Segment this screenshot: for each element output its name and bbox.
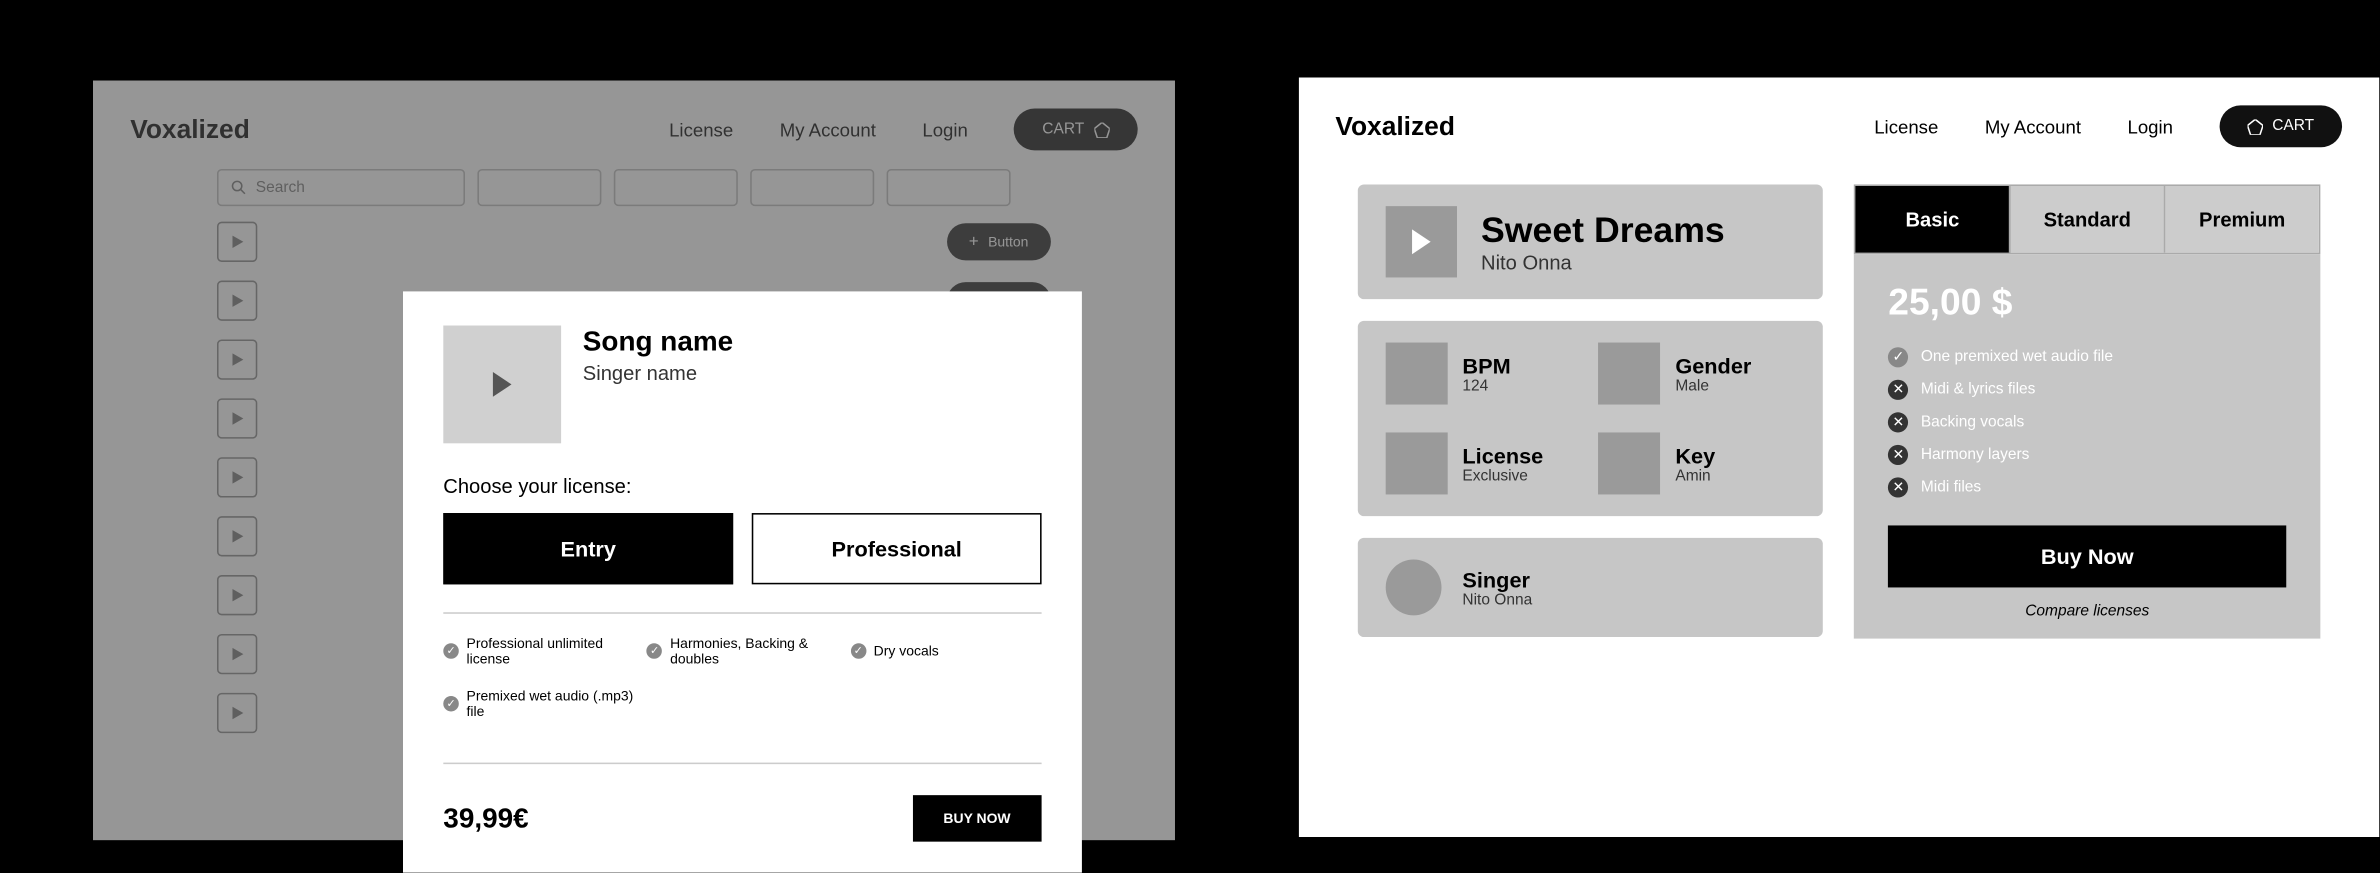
cross-icon: ✕ <box>1888 412 1908 432</box>
meta-gender: GenderMale <box>1598 343 1795 405</box>
singer-label: Singer <box>1462 567 1532 592</box>
cross-icon: ✕ <box>1888 477 1908 497</box>
song-artwork[interactable] <box>443 326 561 444</box>
license-tabs: Basic Standard Premium <box>1854 184 2320 254</box>
tab-standard[interactable]: Standard <box>2011 186 2166 253</box>
nav-license[interactable]: License <box>1874 115 1938 137</box>
check-icon: ✓ <box>1888 347 1908 367</box>
nav-right: License My Account Login CART <box>1874 105 2342 147</box>
license-feature: ✕Midi files <box>1888 477 2286 497</box>
entry-license-button[interactable]: Entry <box>443 513 733 584</box>
feature-item: ✓Harmonies, Backing & doubles <box>647 636 838 667</box>
license-selector: Entry Professional <box>443 513 1041 584</box>
tab-premium[interactable]: Premium <box>2165 186 2318 253</box>
meta-key: KeyAmin <box>1598 432 1795 494</box>
meta-icon <box>1598 432 1660 494</box>
license-features: ✓One premixed wet audio file ✕Midi & lyri… <box>1888 347 2286 497</box>
play-icon <box>1411 229 1430 254</box>
modal-header: Song name Singer name <box>443 326 1041 444</box>
license-column: Basic Standard Premium 25,00 $ ✓One prem… <box>1854 184 2320 638</box>
license-modal: Song name Singer name Choose your licens… <box>403 291 1082 872</box>
license-details: 25,00 $ ✓One premixed wet audio file ✕Mid… <box>1854 254 2320 638</box>
modal-footer: 39,99€ BUY NOW <box>443 795 1041 842</box>
buy-now-button[interactable]: BUY NOW <box>912 795 1041 842</box>
cross-icon: ✕ <box>1888 445 1908 465</box>
meta-icon <box>1385 343 1447 405</box>
artist-name: Nito Onna <box>1481 251 1725 274</box>
price: 39,99€ <box>443 802 528 835</box>
buy-now-button[interactable]: Buy Now <box>1888 525 2286 587</box>
tab-basic[interactable]: Basic <box>1856 186 2011 253</box>
cart-button[interactable]: CART <box>2220 105 2343 147</box>
compare-licenses-link[interactable]: Compare licenses <box>1888 603 2286 620</box>
meta-card: BPM124 GenderMale LicenseExclusive KeyAm… <box>1357 321 1823 516</box>
cross-icon: ✕ <box>1888 380 1908 400</box>
song-card: Sweet Dreams Nito Onna <box>1357 184 1823 299</box>
feature-item: ✓Dry vocals <box>850 636 1041 667</box>
check-icon: ✓ <box>647 643 663 659</box>
professional-license-button[interactable]: Professional <box>752 513 1042 584</box>
check-icon: ✓ <box>443 643 459 659</box>
meta-bpm: BPM124 <box>1385 343 1582 405</box>
artist-name: Singer name <box>583 361 733 384</box>
song-artwork[interactable] <box>1385 206 1456 277</box>
nav-login[interactable]: Login <box>2127 115 2173 137</box>
feature-item: ✓Professional unlimited license <box>443 636 634 667</box>
song-title: Song name <box>583 326 733 359</box>
brand-logo: Voxalized <box>1335 111 1455 142</box>
feature-list: ✓Professional unlimited license ✓Harmoni… <box>443 612 1041 764</box>
song-title: Sweet Dreams <box>1481 209 1725 251</box>
license-feature: ✕Harmony layers <box>1888 445 2286 465</box>
license-feature: ✓One premixed wet audio file <box>1888 347 2286 367</box>
nav-account[interactable]: My Account <box>1985 115 2081 137</box>
meta-icon <box>1598 343 1660 405</box>
feature-item: ✓Premixed wet audio (.mp3) file <box>443 688 634 719</box>
play-icon <box>493 372 512 397</box>
license-feature: ✕Backing vocals <box>1888 412 2286 432</box>
meta-license: LicenseExclusive <box>1385 432 1582 494</box>
check-icon: ✓ <box>850 643 866 659</box>
singer-name: Nito Onna <box>1462 591 1532 608</box>
license-feature: ✕Midi & lyrics files <box>1888 380 2286 400</box>
cart-icon <box>2247 119 2263 135</box>
singer-card: Singer Nito Onna <box>1357 538 1823 637</box>
cart-label: CART <box>2272 118 2314 135</box>
left-panel: Voxalized License My Account Login CART … <box>93 81 1174 841</box>
meta-icon <box>1385 432 1447 494</box>
license-price: 25,00 $ <box>1888 282 2286 325</box>
song-info-column: Sweet Dreams Nito Onna BPM124 GenderMale… <box>1357 184 1823 638</box>
avatar <box>1385 560 1441 616</box>
header-right: Voxalized License My Account Login CART <box>1298 78 2379 166</box>
check-icon: ✓ <box>443 696 459 712</box>
choose-label: Choose your license: <box>443 474 1041 497</box>
right-panel: Voxalized License My Account Login CART … <box>1298 78 2379 838</box>
right-body: Sweet Dreams Nito Onna BPM124 GenderMale… <box>1298 166 2379 639</box>
